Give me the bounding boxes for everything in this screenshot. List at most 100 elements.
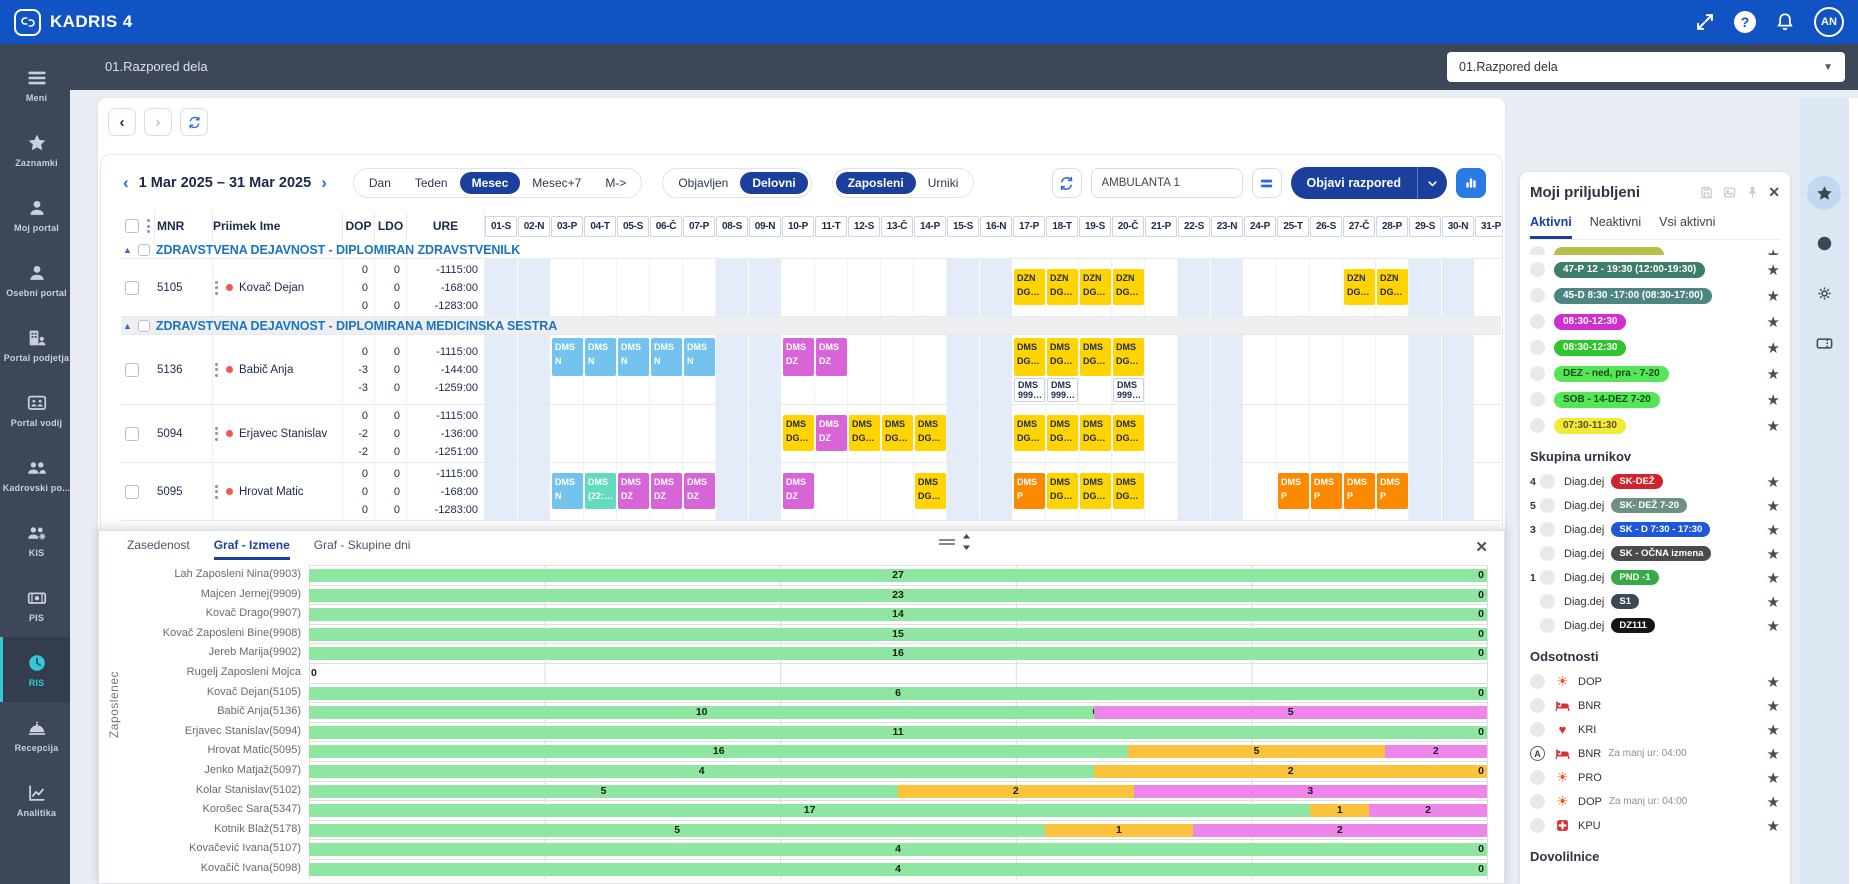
schedule-group-item[interactable]: Diag.dejS1★: [1530, 590, 1780, 613]
select-all-checkbox[interactable]: [125, 219, 139, 233]
schedule-group-toggle-circle[interactable]: [1540, 522, 1555, 537]
shift-cell[interactable]: DZNDG…: [1113, 269, 1144, 305]
row-menu-icon[interactable]: [213, 279, 220, 297]
sidebar-item-zaznamki[interactable]: Zaznamki: [0, 117, 70, 182]
favorites-close-icon[interactable]: ✕: [1768, 184, 1780, 201]
shift-cell[interactable]: DMSDG…: [1113, 473, 1144, 509]
schedule-group-toggle-circle[interactable]: [1540, 618, 1555, 633]
favorite-star-icon[interactable]: ★: [1767, 769, 1780, 787]
view-option-mesec-7[interactable]: Mesec+7: [520, 172, 593, 194]
rail-favorites-button[interactable]: [1807, 176, 1841, 210]
favorite-star-icon[interactable]: ★: [1767, 521, 1780, 539]
favorite-star-icon[interactable]: ★: [1767, 793, 1780, 811]
favorite-star-icon[interactable]: ★: [1767, 617, 1780, 635]
absence-toggle-circle[interactable]: [1530, 794, 1545, 809]
absence-item[interactable]: ☀DOPZa manj ur: 04:00★: [1530, 790, 1780, 813]
shift-cell[interactable]: DMSDG…: [1047, 338, 1078, 376]
shift-cell[interactable]: DMSDG…: [783, 415, 814, 451]
shift-cell[interactable]: DMSDZ: [816, 415, 847, 451]
favorite-toggle-circle[interactable]: [1530, 288, 1545, 303]
next-period-chevron[interactable]: ›: [315, 173, 333, 193]
shift-cell[interactable]: DMSP: [1377, 473, 1408, 509]
sidebar-item-portal-vodij[interactable]: Portal vodij: [0, 377, 70, 442]
favorite-star-icon[interactable]: ★: [1767, 497, 1780, 515]
shift-cell[interactable]: DMSN: [651, 338, 682, 376]
shift-cell[interactable]: DMSDG…: [1014, 338, 1045, 376]
favorite-star-icon[interactable]: ★: [1767, 261, 1780, 279]
shift-cell[interactable]: DZNDG…: [1014, 269, 1045, 305]
group-checkbox[interactable]: [138, 244, 150, 256]
absence-item[interactable]: ♥KRI★: [1530, 718, 1780, 741]
shift-cell[interactable]: DMSDG…: [882, 415, 913, 451]
mode-option-zaposleni[interactable]: Zaposleni: [836, 172, 916, 194]
favorite-star-icon[interactable]: ★: [1767, 817, 1780, 835]
view-option-mesec[interactable]: Mesec: [460, 172, 521, 194]
favorite-item[interactable]: 08:30-12:30★: [1530, 336, 1780, 359]
shift-cell[interactable]: DMSDG…: [1113, 338, 1144, 376]
shift-cell[interactable]: DMSDG…: [915, 415, 946, 451]
notifications-bell-icon[interactable]: [1774, 11, 1796, 33]
collapse-group-icon[interactable]: ▲: [123, 321, 132, 331]
schedule-group-item[interactable]: 1Diag.dejPND -1★: [1530, 566, 1780, 589]
favorite-item[interactable]: 08:30-12:30★: [1530, 310, 1780, 333]
publish-schedule-button[interactable]: Objavi razpored: [1291, 167, 1447, 199]
chart-view-button[interactable]: [1456, 168, 1486, 198]
shift-cell[interactable]: DMSDZ: [618, 473, 649, 509]
view-option-teden[interactable]: Teden: [403, 172, 460, 194]
favorite-star-icon[interactable]: ★: [1767, 391, 1780, 409]
shift-cell[interactable]: DMSP: [1311, 473, 1342, 509]
nav-back-button[interactable]: ‹: [108, 108, 136, 136]
absence-toggle-circle[interactable]: [1530, 818, 1545, 833]
shift-cell[interactable]: DMS999…: [1113, 378, 1144, 402]
shift-cell[interactable]: DMSDG…: [1080, 338, 1111, 376]
favorite-toggle-circle[interactable]: [1530, 314, 1545, 329]
image-icon[interactable]: [1722, 185, 1737, 200]
schedule-group-item[interactable]: 4Diag.dejSK-DEŽ★: [1530, 470, 1780, 493]
shift-cell[interactable]: DMS999…: [1047, 378, 1078, 402]
shift-cell[interactable]: DMSDZ: [783, 338, 814, 376]
favorite-star-icon[interactable]: ★: [1767, 697, 1780, 715]
favorite-star-icon[interactable]: ★: [1767, 287, 1780, 305]
publish-dropdown-chevron[interactable]: [1417, 167, 1447, 199]
shift-cell[interactable]: DMSN: [552, 338, 583, 376]
shift-cell[interactable]: DMSDG…: [1047, 473, 1078, 509]
shift-cell[interactable]: DMSDG…: [915, 473, 946, 509]
shift-cell[interactable]: DMS999…: [1014, 378, 1045, 402]
chart-tab-graf-skupine-dni[interactable]: Graf - Skupine dni: [314, 538, 411, 560]
sidebar-item-portal-podjetja[interactable]: Portal podjetja: [0, 312, 70, 377]
favorite-star-icon[interactable]: ★: [1767, 545, 1780, 563]
shift-cell[interactable]: DMSP: [1344, 473, 1375, 509]
collapse-group-icon[interactable]: ▲: [123, 245, 132, 255]
shift-cell[interactable]: DMSN: [618, 338, 649, 376]
sidebar-item-meni[interactable]: Meni: [0, 52, 70, 117]
absence-toggle-circle[interactable]: [1530, 770, 1545, 785]
help-icon[interactable]: ?: [1734, 11, 1756, 33]
shift-cell[interactable]: DMSDG…: [1014, 415, 1045, 451]
shift-cell[interactable]: DZNDG…: [1080, 269, 1111, 305]
absence-toggle-circle[interactable]: [1530, 698, 1545, 713]
favorite-star-icon[interactable]: ★: [1767, 473, 1780, 491]
sidebar-item-analitika[interactable]: Analitika: [0, 767, 70, 832]
favorite-toggle-circle[interactable]: [1530, 392, 1545, 407]
header-kebab-icon[interactable]: [143, 211, 155, 241]
rail-settings-button[interactable]: [1807, 276, 1841, 310]
shift-cell[interactable]: DMSN: [585, 338, 616, 376]
favorite-star-icon[interactable]: ★: [1767, 721, 1780, 739]
sidebar-item-moj-portal[interactable]: Moj portal: [0, 182, 70, 247]
refresh-schedule-button[interactable]: [1052, 168, 1082, 198]
absence-item[interactable]: BNR★: [1530, 694, 1780, 717]
publish-option-delovni[interactable]: Delovni: [740, 172, 807, 194]
favorite-toggle-circle[interactable]: [1530, 262, 1545, 277]
row-menu-icon[interactable]: [213, 425, 220, 443]
pin-icon[interactable]: [1745, 185, 1760, 200]
unit-search-input[interactable]: [1091, 168, 1243, 198]
row-menu-icon[interactable]: [213, 483, 220, 501]
shift-cell[interactable]: DMSDZ: [783, 473, 814, 509]
shift-cell[interactable]: DZNDG…: [1047, 269, 1078, 305]
favorite-item[interactable]: 07:30-11:30★: [1530, 414, 1780, 437]
sidebar-item-recepcija[interactable]: Recepcija: [0, 702, 70, 767]
schedule-group-toggle-circle[interactable]: [1540, 594, 1555, 609]
group-checkbox[interactable]: [138, 320, 150, 332]
shift-cell[interactable]: DMSDZ: [684, 473, 715, 509]
user-avatar[interactable]: AN: [1814, 7, 1844, 37]
